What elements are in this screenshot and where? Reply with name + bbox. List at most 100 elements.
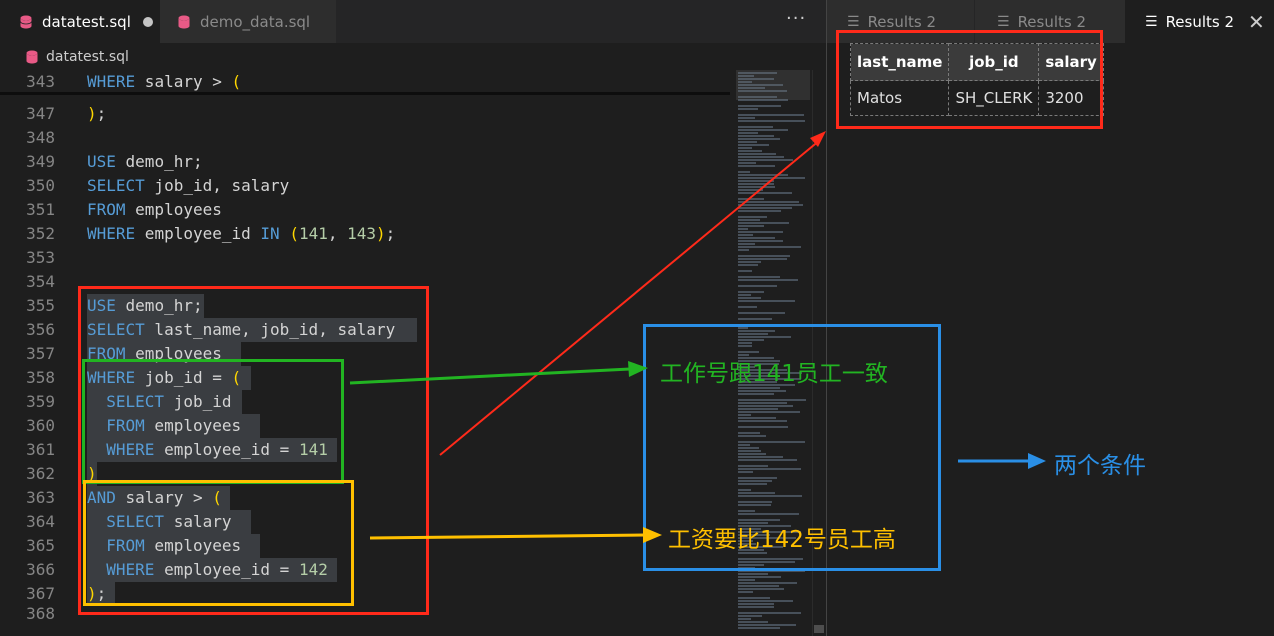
minimap-line xyxy=(738,105,781,107)
code-tokens: ); xyxy=(87,104,106,123)
line-number: 350 xyxy=(26,176,55,195)
line-number: 354 xyxy=(26,272,55,291)
minimap-line xyxy=(738,129,788,131)
code-text: WHERE employee_id IN (141, 143); xyxy=(87,222,395,246)
code-token: WHERE xyxy=(87,72,136,91)
minimap-line xyxy=(738,285,777,287)
minimap-line xyxy=(738,150,762,152)
database-icon xyxy=(20,15,32,28)
blue-arrowhead xyxy=(1028,453,1046,469)
minimap-line xyxy=(738,180,774,182)
minimap-line xyxy=(738,318,772,320)
tab-label: Results 2 xyxy=(867,12,937,31)
minimap-line xyxy=(738,234,753,236)
minimap-line xyxy=(738,597,770,599)
code-tokens: FROM employees xyxy=(87,200,222,219)
minimap-line xyxy=(738,231,783,233)
code-token: employee_id xyxy=(135,224,261,243)
minimap-line xyxy=(738,177,805,179)
editor-tab-bar: datatest.sql demo_data.sql ··· xyxy=(0,0,826,43)
minimap-line xyxy=(738,165,775,167)
minimap-line xyxy=(738,204,803,206)
breadcrumb[interactable]: datatest.sql xyxy=(26,46,129,68)
line-number: 362 xyxy=(26,464,55,483)
blue-annotation-text: 两个条件 xyxy=(1054,453,1146,479)
line-number: 353 xyxy=(26,248,55,267)
list-icon: ☰ xyxy=(1145,13,1158,30)
modified-dot-icon[interactable] xyxy=(142,16,153,27)
minimap-line xyxy=(738,279,798,281)
sticky-scroll-shadow xyxy=(0,92,730,95)
minimap-line xyxy=(738,201,799,203)
minimap-line xyxy=(738,291,764,293)
minimap-line xyxy=(738,147,752,149)
minimap-line xyxy=(738,237,775,239)
minimap-line xyxy=(738,582,797,584)
minimap-line xyxy=(738,132,758,134)
tab-label: Results 2 xyxy=(1165,12,1235,31)
minimap-line xyxy=(738,192,792,194)
green-box-subquery xyxy=(82,359,344,484)
line-number: 343 xyxy=(26,72,55,91)
code-line[interactable]: 352 WHERE employee_id IN (141, 143); xyxy=(0,222,730,246)
code-token: 143 xyxy=(347,224,377,243)
minimap-slider[interactable] xyxy=(736,70,810,100)
minimap-line xyxy=(738,249,749,251)
code-token: USE xyxy=(87,152,116,171)
minimap-line xyxy=(738,306,757,308)
red-box-results xyxy=(836,30,1103,129)
line-number: 365 xyxy=(26,536,55,555)
minimap-line xyxy=(738,225,764,227)
minimap-line xyxy=(738,210,781,212)
minimap-line xyxy=(738,153,776,155)
minimap-line xyxy=(738,258,787,260)
line-number: 359 xyxy=(26,392,55,411)
code-line[interactable]: 348 xyxy=(0,126,730,150)
minimap-line xyxy=(738,600,793,602)
line-number: 361 xyxy=(26,440,55,459)
more-actions-icon[interactable]: ··· xyxy=(786,8,806,29)
green-annotation-text: 工作号跟141员工一致 xyxy=(660,361,888,387)
minimap-line xyxy=(738,612,801,614)
minimap-line xyxy=(738,198,764,200)
minimap-line xyxy=(738,108,758,110)
code-line[interactable]: 343 WHERE salary > ( xyxy=(0,70,730,94)
minimap-line xyxy=(738,162,756,164)
line-number: 368 xyxy=(26,604,55,623)
code-token: ; xyxy=(385,224,396,243)
yellow-box-subquery xyxy=(83,480,354,606)
tab-demo-data-sql[interactable]: demo_data.sql xyxy=(160,0,336,43)
code-line[interactable]: 350 SELECT job_id, salary xyxy=(0,174,730,198)
minimap-line xyxy=(738,297,761,299)
code-token: ) xyxy=(87,104,97,123)
minimap-line xyxy=(738,135,774,137)
minimap-line xyxy=(738,621,768,623)
line-number: 357 xyxy=(26,344,55,363)
code-text: SELECT job_id, salary xyxy=(87,174,289,198)
minimap-line xyxy=(738,183,774,185)
minimap-line xyxy=(738,189,763,191)
code-line[interactable]: 349 USE demo_hr; xyxy=(0,150,730,174)
code-tokens: WHERE employee_id IN (141, 143); xyxy=(87,224,395,243)
code-line[interactable]: 351 FROM employees xyxy=(0,198,730,222)
code-token: ( xyxy=(231,72,242,91)
close-icon[interactable]: ✕ xyxy=(1248,10,1265,34)
scrollbar-thumb[interactable] xyxy=(814,625,824,633)
minimap-line xyxy=(738,573,768,575)
code-token: IN xyxy=(260,224,280,243)
code-line[interactable]: 347); xyxy=(0,102,730,126)
code-line[interactable]: 353 xyxy=(0,246,730,270)
database-icon xyxy=(26,50,38,64)
code-token: ; xyxy=(96,104,107,123)
code-token: salary > xyxy=(135,72,232,91)
tab-label: demo_data.sql xyxy=(200,12,311,31)
minimap-line xyxy=(738,186,775,188)
minimap-line xyxy=(738,219,760,221)
code-text: WHERE salary > ( xyxy=(87,70,241,94)
minimap-line xyxy=(738,228,748,230)
minimap-line xyxy=(738,126,773,128)
tab-datatest-sql[interactable]: datatest.sql xyxy=(0,0,160,43)
code-token: job_id, salary xyxy=(144,176,290,195)
minimap-line xyxy=(738,207,792,209)
line-number: 363 xyxy=(26,488,55,507)
